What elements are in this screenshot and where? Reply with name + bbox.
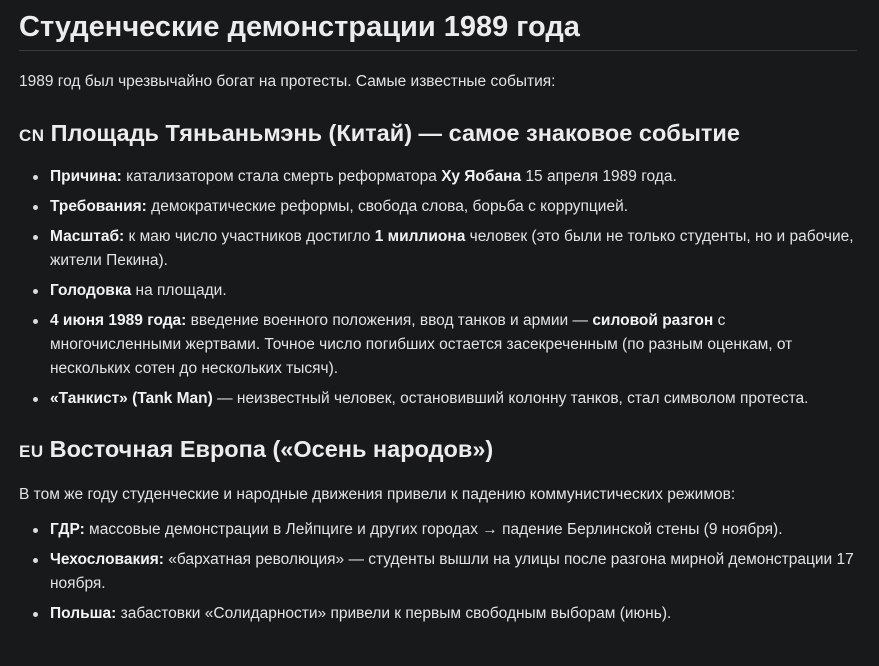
list-item: Требования: демократические реформы, сво… bbox=[33, 195, 857, 219]
list-item: Причина: катализатором стала смерть рефо… bbox=[33, 165, 857, 189]
list-item: Польша: забастовки «Солидарности» привел… bbox=[33, 602, 857, 626]
list-item: Голодовка на площади. bbox=[33, 279, 857, 303]
eastern-europe-list: ГДР: массовые демонстрации в Лейпциге и … bbox=[19, 518, 857, 626]
list-item: ГДР: массовые демонстрации в Лейпциге и … bbox=[33, 518, 857, 542]
section-heading-eastern-europe: EU Восточная Европа («Осень народов») bbox=[19, 434, 857, 467]
page-title: Студенческие демонстрации 1989 года bbox=[19, 8, 857, 51]
section-heading-text: Восточная Европа («Осень народов») bbox=[49, 436, 494, 462]
section-intro-text: В том же году студенческие и народные дв… bbox=[19, 486, 736, 503]
list-item: «Танкист» (Tank Man) — неизвестный челов… bbox=[33, 387, 857, 411]
chat-response: Студенческие демонстрации 1989 года 1989… bbox=[0, 0, 879, 666]
tiananmen-list: Причина: катализатором стала смерть рефо… bbox=[19, 165, 857, 411]
list-item: 4 июня 1989 года: введение военного поло… bbox=[33, 309, 857, 381]
flag-cn-icon: CN bbox=[19, 126, 45, 145]
flag-eu-icon: EU bbox=[19, 442, 44, 461]
section-heading-tiananmen: CN Площадь Тяньаньмэнь (Китай) — самое з… bbox=[19, 118, 857, 151]
list-item: Чехословакия: «бархатная революция» — ст… bbox=[33, 548, 857, 596]
section-heading-text: Площадь Тяньаньмэнь (Китай) — самое знак… bbox=[50, 120, 740, 146]
intro-text: 1989 год был чрезвычайно богат на протес… bbox=[19, 73, 556, 90]
list-item: Масштаб: к маю число участников достигло… bbox=[33, 225, 857, 273]
